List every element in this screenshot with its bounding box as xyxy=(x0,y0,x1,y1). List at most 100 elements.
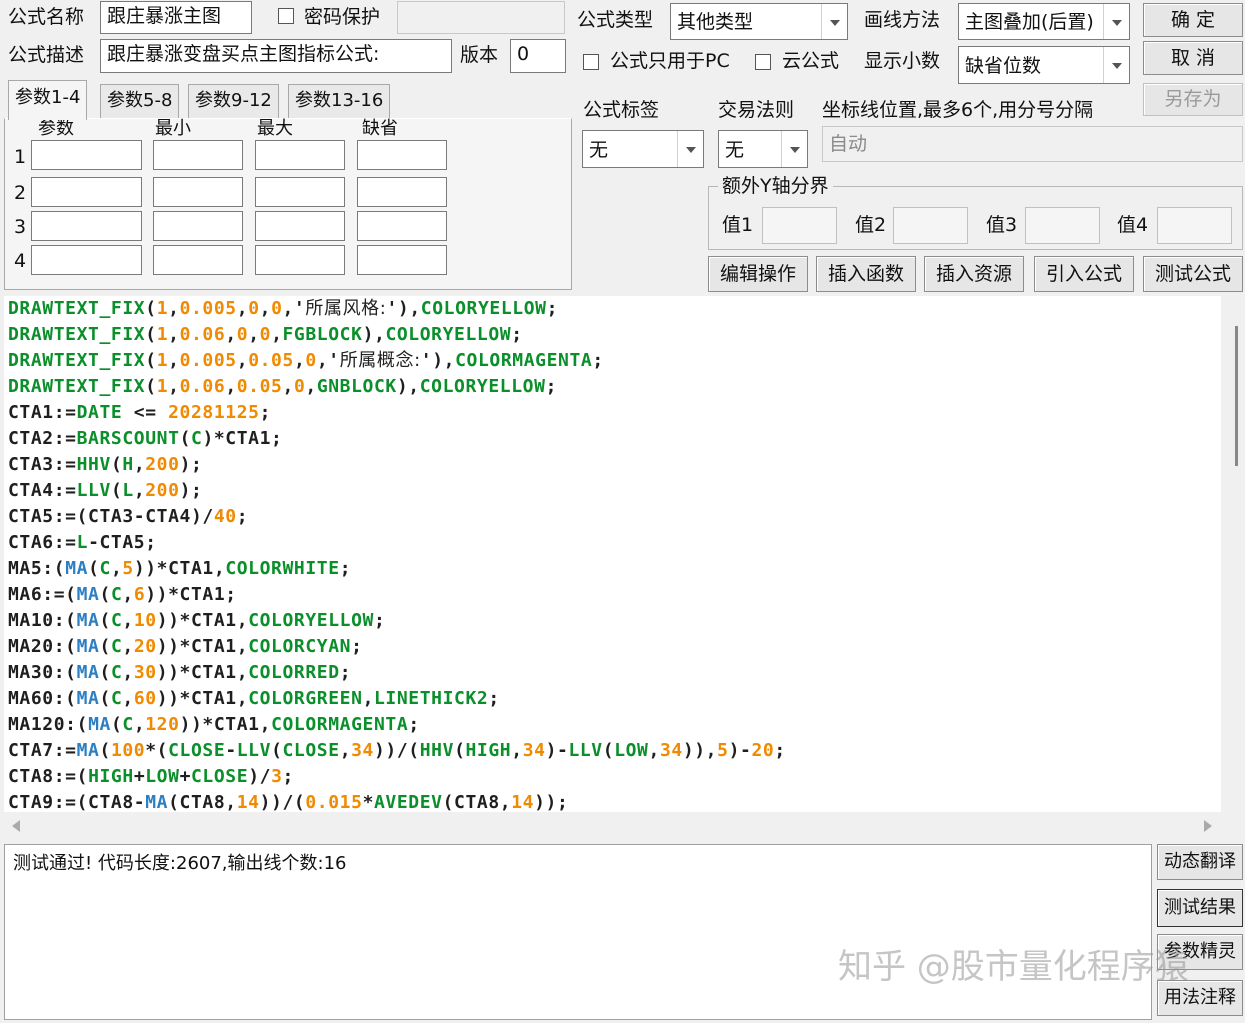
param-row-number: 2 xyxy=(14,182,27,204)
version-input[interactable]: 0 xyxy=(510,39,566,73)
test-formula-button[interactable]: 测试公式 xyxy=(1143,256,1243,292)
param-1-min[interactable] xyxy=(153,140,243,170)
code-line: MA20:(MA(C,20))*CTA1,COLORCYAN; xyxy=(8,636,363,657)
param-row-number: 1 xyxy=(14,146,27,168)
cancel-button[interactable]: 取 消 xyxy=(1143,41,1243,75)
param-4-min[interactable] xyxy=(153,245,243,275)
value2-label: 值2 xyxy=(855,214,887,236)
code-line: CTA2:=BARSCOUNT(C)*CTA1; xyxy=(8,428,283,449)
value1-input[interactable] xyxy=(762,207,837,244)
decimals-value: 缺省位数 xyxy=(965,55,1042,77)
code-line: CTA1:=DATE <= 20281125; xyxy=(8,402,272,423)
value3-input[interactable] xyxy=(1025,207,1100,244)
code-line: MA120:(MA(C,120))*CTA1,COLORMAGENTA; xyxy=(8,714,420,735)
save-as-button: 另存为 xyxy=(1143,83,1243,116)
param-header-max: 最大 xyxy=(257,118,293,139)
draw-method-value: 主图叠加(后置) xyxy=(965,11,1094,33)
code-line: MA6:=(MA(C,6))*CTA1; xyxy=(8,584,237,605)
param-2-min[interactable] xyxy=(153,177,243,207)
formula-desc-input[interactable]: 跟庄暴涨变盘买点主图指标公式: xyxy=(100,39,452,73)
code-line: CTA6:=L-CTA5; xyxy=(8,532,157,553)
version-label: 版本 xyxy=(460,44,499,66)
code-line: CTA3:=HHV(H,200); xyxy=(8,454,203,475)
param-2-name[interactable] xyxy=(31,177,142,207)
code-editor[interactable]: DRAWTEXT_FIX(1,0.005,0,0,'所属风格:'),COLORY… xyxy=(4,296,1221,812)
value4-input[interactable] xyxy=(1157,207,1232,244)
value2-input[interactable] xyxy=(893,207,968,244)
param-row-number: 3 xyxy=(14,216,27,238)
trade-rule-label: 交易法则 xyxy=(718,99,795,121)
param-3-max[interactable] xyxy=(255,211,345,241)
param-header-min: 最小 xyxy=(155,118,191,139)
chevron-down-icon xyxy=(1103,47,1129,83)
param-1-max[interactable] xyxy=(255,140,345,170)
tab-params-9-12[interactable]: 参数9-12 xyxy=(188,84,279,118)
axis-position-label: 坐标线位置,最多6个,用分号分隔 xyxy=(822,99,1094,121)
param-header-name: 参数 xyxy=(38,118,74,139)
insert-resource-button[interactable]: 插入资源 xyxy=(924,256,1024,292)
code-line: CTA9:=(CTA8-MA(CTA8,14))/(0.015*AVEDEV(C… xyxy=(8,792,569,812)
scroll-left-icon[interactable] xyxy=(12,820,20,832)
param-3-name[interactable] xyxy=(31,211,142,241)
param-1-name[interactable] xyxy=(31,140,142,170)
test-result-button[interactable]: 测试结果 xyxy=(1157,889,1243,927)
tab-params-13-16[interactable]: 参数13-16 xyxy=(288,84,391,118)
formula-type-select[interactable]: 其他类型 xyxy=(670,3,848,40)
code-line: MA10:(MA(C,10))*CTA1,COLORYELLOW; xyxy=(8,610,386,631)
param-1-default[interactable] xyxy=(357,140,447,170)
formula-tag-value: 无 xyxy=(589,139,609,161)
formula-tag-select[interactable]: 无 xyxy=(582,130,704,168)
param-3-default[interactable] xyxy=(357,211,447,241)
scroll-right-icon[interactable] xyxy=(1204,820,1212,832)
watermark: 知乎 @股市量化程序猿 xyxy=(838,947,1189,987)
decimals-label: 显示小数 xyxy=(864,50,941,72)
password-label: 密码保护 xyxy=(304,6,381,28)
code-line: MA5:(MA(C,5))*CTA1,COLORWHITE; xyxy=(8,558,352,579)
code-line: CTA8:=(HIGH+LOW+CLOSE)/3; xyxy=(8,766,294,787)
password-input xyxy=(397,1,565,34)
param-4-name[interactable] xyxy=(31,245,142,275)
param-2-max[interactable] xyxy=(255,177,345,207)
draw-method-select[interactable]: 主图叠加(后置) xyxy=(958,3,1130,40)
code-line: DRAWTEXT_FIX(1,0.06,0.05,0,GNBLOCK),COLO… xyxy=(8,376,557,397)
tab-params-5-8[interactable]: 参数5-8 xyxy=(100,84,180,118)
tab-params-1-4[interactable]: 参数1-4 xyxy=(8,80,88,120)
code-line: MA60:(MA(C,60))*CTA1,COLORGREEN,LINETHIC… xyxy=(8,688,500,709)
param-2-default[interactable] xyxy=(357,177,447,207)
param-4-max[interactable] xyxy=(255,245,345,275)
vertical-scrollbar[interactable] xyxy=(1222,296,1244,812)
horizontal-scrollbar[interactable] xyxy=(4,812,1221,838)
formula-tag-label: 公式标签 xyxy=(583,99,660,121)
chevron-down-icon xyxy=(677,131,703,167)
dynamic-translate-button[interactable]: 动态翻译 xyxy=(1157,844,1243,880)
edit-operations-button[interactable]: 编辑操作 xyxy=(708,256,808,292)
value1-label: 值1 xyxy=(722,214,754,236)
formula-name-input[interactable]: 跟庄暴涨主图 xyxy=(100,1,252,34)
code-line: CTA5:=(CTA3-CTA4)/40; xyxy=(8,506,249,527)
axis-position-input: 自动 xyxy=(822,126,1243,162)
param-4-default[interactable] xyxy=(357,245,447,275)
import-formula-button[interactable]: 引入公式 xyxy=(1034,256,1134,292)
ok-button[interactable]: 确 定 xyxy=(1143,3,1243,37)
pc-only-label: 公式只用于PC xyxy=(610,50,730,72)
value4-label: 值4 xyxy=(1117,214,1149,236)
param-header-default: 缺省 xyxy=(362,118,398,139)
scrollbar-thumb[interactable] xyxy=(1235,326,1238,466)
pc-only-checkbox[interactable] xyxy=(583,54,599,70)
extra-y-axis-label: 额外Y轴分界 xyxy=(718,177,833,196)
formula-name-label: 公式名称 xyxy=(8,6,85,28)
password-checkbox[interactable] xyxy=(278,8,294,24)
code-line: CTA4:=LLV(L,200); xyxy=(8,480,203,501)
cloud-checkbox[interactable] xyxy=(755,54,771,70)
trade-rule-select[interactable]: 无 xyxy=(718,130,808,168)
cloud-label: 云公式 xyxy=(782,50,840,72)
insert-function-button[interactable]: 插入函数 xyxy=(816,256,916,292)
chevron-down-icon xyxy=(781,131,807,167)
decimals-select[interactable]: 缺省位数 xyxy=(958,46,1130,84)
formula-desc-label: 公式描述 xyxy=(8,44,85,66)
chevron-down-icon xyxy=(821,4,847,39)
code-line: DRAWTEXT_FIX(1,0.06,0,0,FGBLOCK),COLORYE… xyxy=(8,324,523,345)
draw-method-label: 画线方法 xyxy=(864,9,941,31)
param-3-min[interactable] xyxy=(153,211,243,241)
test-result-text: 测试通过! 代码长度:2607,输出线个数:16 xyxy=(13,853,347,874)
